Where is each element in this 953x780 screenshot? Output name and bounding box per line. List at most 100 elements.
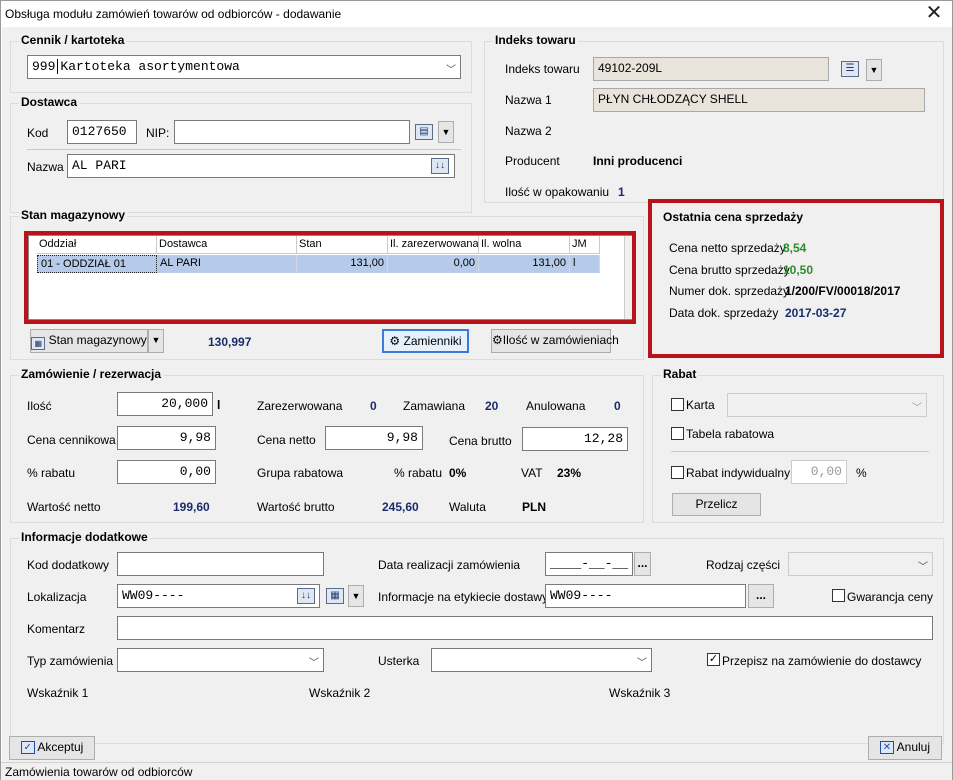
chevron-down-icon[interactable]: ﹀	[446, 61, 456, 77]
lokalizacja-dropdown-button[interactable]: ▼	[348, 585, 364, 607]
ostatnia-legend: Ostatnia cena sprzedaży	[663, 210, 804, 224]
col-oddzial[interactable]: Oddział	[37, 236, 157, 254]
stan-magazynowy-button[interactable]: ▦ Stan magazynowy	[30, 329, 148, 353]
indywidualny-input[interactable]: 0,00	[791, 460, 847, 484]
cena-brutto-input[interactable]: 12,28	[522, 427, 628, 451]
col-jm[interactable]: JM	[570, 236, 600, 254]
tabela-checkbox[interactable]	[671, 427, 684, 440]
chevron-down-icon[interactable]: ﹀	[309, 654, 319, 669]
przepisz-checkbox[interactable]: ✓	[707, 653, 720, 666]
ostatnia-numer-value: 1/200/FV/00018/2017	[785, 284, 901, 298]
ostatnia-netto-value: 8,54	[783, 241, 807, 255]
dostawca-legend: Dostawca	[19, 95, 80, 109]
etykieta-input[interactable]: WW09----	[545, 584, 746, 608]
cell-wolna[interactable]: 131,00	[479, 255, 570, 273]
cena-netto-label: Cena netto	[257, 433, 316, 447]
grid-scrollbar[interactable]	[624, 236, 632, 319]
grid-icon[interactable]: ▦	[326, 588, 344, 604]
producent-label: Producent	[505, 154, 560, 168]
info-legend: Informacje dodatkowe	[19, 530, 150, 544]
karta-checkbox[interactable]	[671, 398, 684, 411]
cell-zarezerwowana[interactable]: 0,00	[388, 255, 479, 273]
waluta-value: PLN	[522, 500, 546, 514]
typ-label: Typ zamówienia	[27, 654, 114, 668]
sort-icon[interactable]: ↓↓	[431, 158, 449, 174]
divider	[671, 451, 929, 452]
chevron-down-icon[interactable]: ﹀	[918, 558, 928, 573]
chevron-down-icon[interactable]: ﹀	[912, 399, 922, 414]
kod-input[interactable]: 0127650	[67, 120, 137, 144]
karta-combo[interactable]: ﹀	[727, 393, 927, 417]
rodzaj-label: Rodzaj części	[706, 558, 781, 572]
cancel-icon: ✕	[879, 741, 894, 755]
indeks-group: Indeks towaru Indeks towaru 49102-209L ☰…	[484, 33, 944, 203]
col-dostawca[interactable]: Dostawca	[157, 236, 297, 254]
ilosc-opak-value: 1	[618, 185, 625, 199]
cell-jm[interactable]: l	[570, 255, 600, 273]
indeks-legend: Indeks towaru	[493, 33, 578, 47]
rodzaj-combo[interactable]: ﹀	[788, 552, 933, 576]
etykieta-more-button[interactable]: ...	[748, 584, 774, 608]
ilosc-unit: l	[217, 398, 221, 412]
lokalizacja-input[interactable]: WW09----	[117, 584, 320, 608]
grid-icon: ▦	[31, 337, 46, 350]
dialog-client: Cennik / kartoteka 999 Kartoteka asortyme…	[2, 27, 952, 762]
close-icon[interactable]: ✕	[922, 2, 946, 26]
cennik-combo[interactable]: 999 Kartoteka asortymentowa ﹀	[27, 55, 461, 79]
nazwa-input[interactable]: AL PARI	[67, 154, 455, 178]
zamienniki-button[interactable]: ⚙ Zamienniki	[382, 329, 469, 353]
orders-icon: ⚙	[492, 333, 503, 347]
stan-dropdown-button[interactable]: ▼	[148, 329, 164, 353]
indeks-input[interactable]: 49102-209L	[593, 57, 829, 81]
usterka-combo[interactable]: ﹀	[431, 648, 652, 672]
stan-legend: Stan magazynowy	[19, 208, 128, 222]
col-stan[interactable]: Stan	[297, 236, 388, 254]
indeks-dropdown-button[interactable]: ▼	[866, 59, 882, 81]
zamowienie-group: Zamówienie / rezerwacja Ilość 20,000 l Z…	[10, 367, 644, 523]
data-real-input[interactable]: ____-__-__	[545, 552, 633, 576]
akceptuj-button[interactable]: ✓ Akceptuj	[9, 736, 95, 760]
status-bar: Zamówienia towarów od odbiorców	[1, 762, 952, 780]
data-real-picker-button[interactable]: ...	[634, 552, 651, 576]
nazwa1-input[interactable]: PŁYN CHŁODZĄCY SHELL	[593, 88, 925, 112]
grupa-rabatowa-label: Grupa rabatowa	[257, 466, 344, 480]
nip-input[interactable]	[174, 120, 410, 144]
anulowana-label: Anulowana	[526, 399, 586, 413]
nazwa-label: Nazwa	[27, 160, 64, 174]
ostatnia-data-label: Data dok. sprzedaży	[669, 306, 779, 320]
zamowienie-legend: Zamówienie / rezerwacja	[19, 367, 164, 381]
cell-dostawca[interactable]: AL PARI	[157, 255, 297, 273]
info-group: Informacje dodatkowe Kod dodatkowy Data …	[10, 530, 944, 744]
akceptuj-label: Akceptuj	[37, 740, 84, 754]
col-zarezerwowana[interactable]: Il. zarezerwowana	[388, 236, 479, 254]
indywidualny-label: Rabat indywidualny	[686, 466, 791, 480]
sort-icon[interactable]: ↓↓	[297, 588, 315, 604]
cell-stan[interactable]: 131,00	[297, 255, 388, 273]
komentarz-input[interactable]	[117, 616, 933, 640]
przelicz-button[interactable]: Przelicz	[672, 493, 761, 516]
zamawiana-label: Zamawiana	[403, 399, 466, 413]
anulowana-value: 0	[614, 399, 621, 413]
nip-dropdown-button[interactable]: ▼	[438, 121, 454, 143]
ilosc-input[interactable]: 20,000	[117, 392, 213, 416]
rabat-legend: Rabat	[661, 367, 699, 381]
rabat-pct-label: % rabatu	[27, 466, 76, 480]
cena-cennikowa-input[interactable]: 9,98	[117, 426, 216, 450]
ilosc-zamowieniach-button[interactable]: ⚙Ilość w zamówieniach	[491, 329, 619, 353]
col-wolna[interactable]: Il. wolna	[479, 236, 570, 254]
cena-netto-input[interactable]: 9,98	[325, 426, 423, 450]
stan-grid[interactable]: Oddział Dostawca Stan Il. zarezerwowana …	[28, 235, 632, 320]
rabat-pct-input[interactable]: 0,00	[117, 460, 216, 484]
kod-dod-input[interactable]	[117, 552, 324, 576]
chevron-down-icon[interactable]: ﹀	[637, 654, 647, 669]
rabat-group: Rabat Karta ﹀ Tabela rabatowa Rabat indy…	[652, 367, 944, 523]
indywidualny-checkbox[interactable]	[671, 466, 684, 479]
list-icon[interactable]: ☰	[841, 61, 859, 77]
gwarancja-checkbox[interactable]	[832, 589, 845, 602]
komentarz-label: Komentarz	[27, 622, 86, 636]
cell-oddzial[interactable]: 01 - ODDZIAŁ 01	[37, 255, 157, 273]
lookup-icon[interactable]: ▤	[415, 124, 433, 140]
typ-combo[interactable]: ﹀	[117, 648, 324, 672]
anuluj-button[interactable]: ✕ Anuluj	[868, 736, 942, 760]
nazwa1-label: Nazwa 1	[505, 93, 552, 107]
